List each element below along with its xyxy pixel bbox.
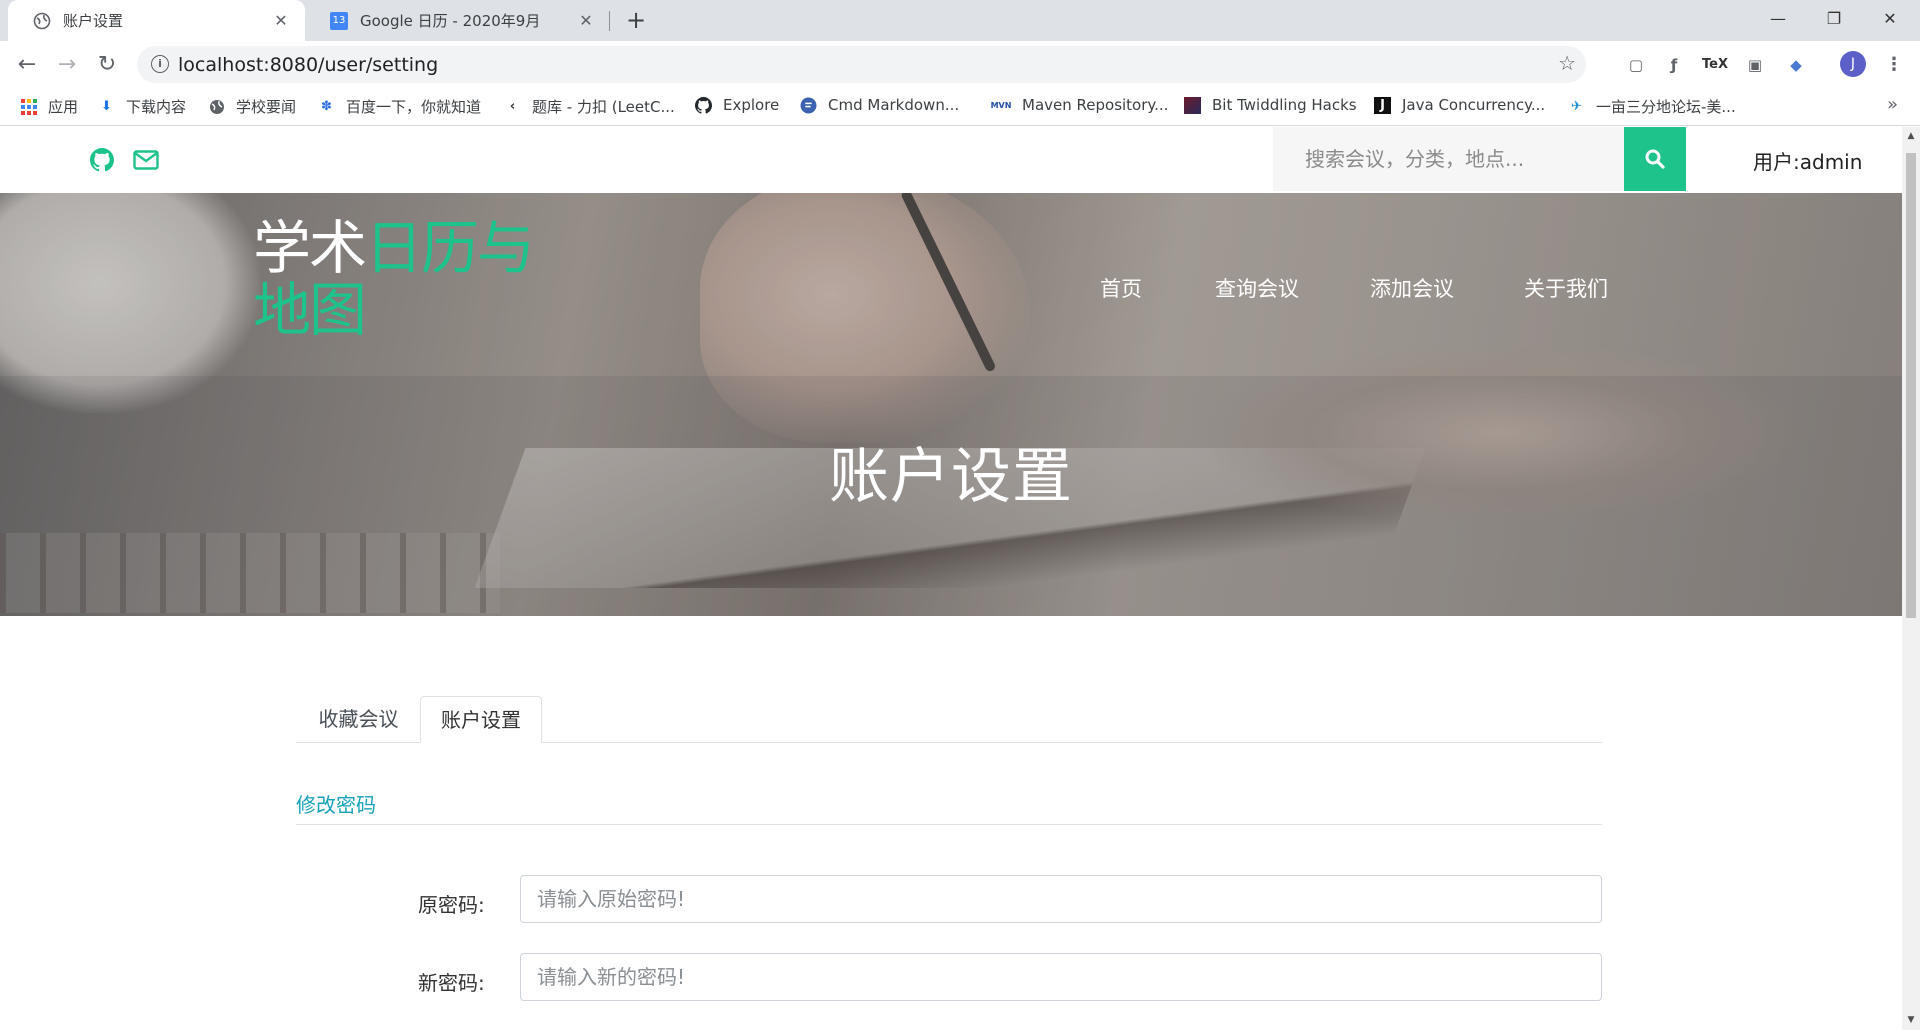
new-password-field[interactable]: [520, 953, 1602, 1001]
bookmark-leetcode[interactable]: ‹ 题库 - 力扣 (LeetC...: [504, 96, 675, 117]
new-password-label: 新密码:: [418, 971, 485, 995]
browser-tab-account-settings[interactable]: 账户设置 ✕: [8, 0, 305, 41]
tab-account-settings[interactable]: 账户设置: [420, 696, 542, 743]
search-icon: [1645, 149, 1665, 169]
logo-text-green: 地图: [253, 276, 367, 344]
address-bar[interactable]: i localhost:8080/user/setting ☆: [137, 46, 1586, 83]
restore-button[interactable]: ❐: [1811, 0, 1857, 41]
pocket-icon[interactable]: ▢: [1624, 53, 1648, 77]
old-password-field[interactable]: [520, 875, 1602, 923]
reload-button[interactable]: ↻: [92, 50, 122, 80]
mail-icon[interactable]: [133, 148, 159, 172]
bookmark-java-concurrency[interactable]: J Java Concurrency...: [1374, 96, 1545, 114]
close-icon[interactable]: ✕: [574, 11, 598, 30]
scroll-up-arrow-icon[interactable]: ▲: [1906, 131, 1916, 141]
bookmarks-bar: 应用 ⬇ 下载内容 学校要闻 ✽ 百度一下，你就知道 ‹ 题库 - 力扣 (Le…: [0, 88, 1920, 126]
tab-title: 账户设置: [63, 12, 124, 30]
calendar-icon: 13: [330, 11, 348, 30]
formula-icon[interactable]: ƒ: [1662, 53, 1686, 77]
bookmark-star-icon[interactable]: ☆: [1558, 51, 1576, 75]
logo-text-white: 学术: [253, 214, 367, 282]
account-settings-content: 收藏会议 账户设置 修改密码 原密码: 新密码:: [0, 616, 1902, 1030]
github-icon: [695, 96, 712, 114]
nav-add-conference[interactable]: 添加会议: [1370, 273, 1454, 303]
bookmark-explore[interactable]: Explore: [695, 96, 779, 114]
browser-tab-strip: 账户设置 ✕ 13 Google 日历 - 2020年9月 ✕ + — ❐ ✕: [0, 0, 1920, 41]
nav-search-conference[interactable]: 查询会议: [1215, 273, 1299, 303]
bookmark-label: Cmd Markdown...: [828, 96, 960, 114]
hero-banner: 学术日历与 地图 首页 查询会议 添加会议 关于我们 账户设置: [0, 193, 1902, 616]
profile-avatar[interactable]: J: [1840, 51, 1866, 77]
bookmark-apps[interactable]: 应用: [20, 96, 78, 117]
tab-separator: [609, 11, 610, 31]
java-j-icon: J: [1374, 96, 1391, 114]
bookmark-1point3acres[interactable]: ✈ 一亩三分地论坛-美...: [1568, 96, 1736, 117]
user-label[interactable]: 用户:admin: [1753, 146, 1862, 175]
minimize-button[interactable]: —: [1755, 0, 1801, 41]
forward-button[interactable]: →: [52, 50, 82, 80]
bookmark-school-news[interactable]: 学校要闻: [208, 96, 296, 117]
url-text: localhost:8080/user/setting: [178, 54, 439, 76]
leetcode-icon: ‹: [509, 99, 516, 114]
old-password-label: 原密码:: [418, 893, 485, 917]
page-title: 账户设置: [829, 442, 1073, 512]
scrollbar-thumb[interactable]: [1906, 153, 1916, 618]
bookmark-label: 百度一下，你就知道: [346, 98, 482, 116]
globe-icon: [33, 12, 51, 30]
forum-icon: ✈: [1571, 99, 1582, 114]
tab-title: Google 日历 - 2020年9月: [360, 12, 541, 30]
nav-about-us[interactable]: 关于我们: [1524, 273, 1608, 303]
new-tab-button[interactable]: +: [622, 6, 650, 34]
github-icon[interactable]: [90, 148, 114, 172]
scroll-down-arrow-icon[interactable]: ▼: [1906, 1015, 1916, 1025]
bookmark-label: 一亩三分地论坛-美...: [1596, 98, 1736, 116]
bookmark-label: Maven Repository...: [1022, 96, 1169, 114]
more-bookmarks-chevron-icon[interactable]: »: [1887, 94, 1898, 115]
logo-text-green: 日历与: [365, 214, 535, 282]
menu-kebab-icon[interactable]: ⋮: [1882, 53, 1906, 77]
maven-icon: MVN: [990, 100, 1012, 110]
bookmark-maven[interactable]: MVN Maven Repository...: [990, 96, 1169, 114]
terminal-icon[interactable]: ▣: [1743, 53, 1767, 77]
page-scrollbar[interactable]: ▲ ▼: [1902, 127, 1920, 1030]
close-icon[interactable]: ✕: [269, 11, 293, 30]
nav-home[interactable]: 首页: [1100, 273, 1142, 303]
page-viewport: 用户:admin 学术日历与 地图 首页 查询会议 添加会议 关于我们 账户设置…: [0, 127, 1920, 1030]
bookmark-downloads[interactable]: ⬇ 下载内容: [98, 96, 186, 117]
baidu-paw-icon: ✽: [321, 99, 332, 114]
bookmark-baidu[interactable]: ✽ 百度一下，你就知道: [318, 96, 481, 117]
site-search-button[interactable]: [1624, 127, 1686, 191]
bookmark-label: Java Concurrency...: [1402, 96, 1546, 114]
browser-tab-google-calendar[interactable]: 13 Google 日历 - 2020年9月 ✕: [305, 0, 610, 41]
cmd-markdown-icon: [800, 97, 817, 114]
site-search-input[interactable]: [1273, 127, 1624, 191]
download-icon: ⬇: [101, 99, 112, 114]
tex-icon[interactable]: TeX: [1702, 53, 1728, 77]
site-logo[interactable]: 学术日历与 地图: [253, 217, 573, 341]
bookmark-label: 下载内容: [126, 98, 187, 116]
bookmark-label: 学校要闻: [236, 98, 297, 116]
apps-grid-icon: [20, 98, 37, 115]
section-divider: [296, 824, 1602, 825]
close-window-button[interactable]: ✕: [1867, 0, 1913, 41]
browser-toolbar: ← → ↻ i localhost:8080/user/setting ☆ ▢ …: [0, 41, 1920, 88]
site-top-bar: 用户:admin: [0, 127, 1902, 193]
bookmark-label: 题库 - 力扣 (LeetC...: [532, 98, 675, 116]
bookmark-bit-twiddling[interactable]: Bit Twiddling Hacks: [1184, 96, 1357, 114]
tab-favorite-conferences[interactable]: 收藏会议: [296, 696, 421, 743]
bookmark-label: 应用: [48, 98, 79, 116]
site-info-icon[interactable]: i: [151, 55, 169, 73]
mortarboard-icon[interactable]: ◆: [1784, 53, 1808, 77]
back-button[interactable]: ←: [12, 50, 42, 80]
bit-twiddling-icon: [1184, 96, 1201, 114]
bookmark-label: Explore: [723, 96, 780, 114]
bookmark-cmd-markdown[interactable]: Cmd Markdown...: [800, 96, 959, 114]
change-password-heading: 修改密码: [296, 793, 376, 817]
bookmark-label: Bit Twiddling Hacks: [1212, 96, 1357, 114]
globe-icon: [208, 98, 225, 115]
